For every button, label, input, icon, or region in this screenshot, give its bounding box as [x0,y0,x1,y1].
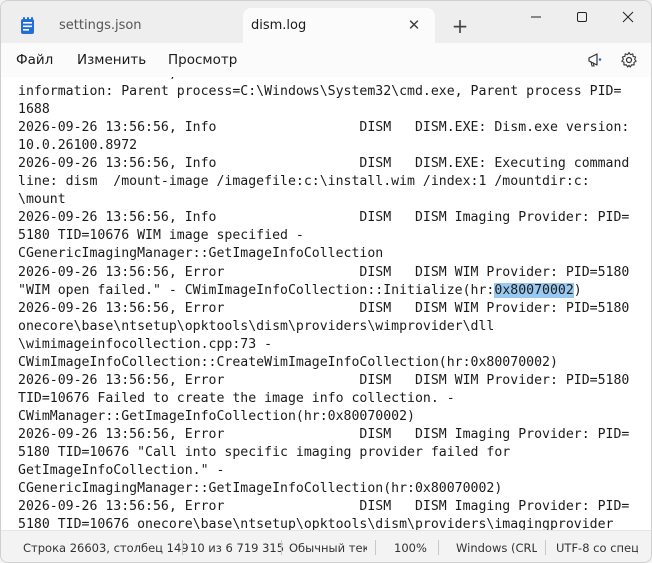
menu-file[interactable]: Файл [16,52,53,68]
close-icon [622,11,634,23]
notepad-window: settings.json dism.log ✕ + Файл Изменить… [0,0,652,563]
tab-label: dism.log [251,18,307,33]
editor-line: 10.0.26100.8972 [18,138,138,154]
editor-line: 2026-09-26 13:56:56, Error DISM DISM WIM… [18,300,630,316]
editor-line: 2026-09-26 13:56:56, Error DISM DISM WIM… [18,372,630,388]
editor-line: 5180 TID=10676 onecore\base\ntsetup\opkt… [18,517,614,530]
editor-lines: 2026-09-26 13:56:56, Info DISM DISM.EXE:… [18,77,629,530]
editor-line: \mount [18,192,66,208]
text-editor[interactable]: 2026-09-26 13:56:56, Info DISM DISM.EXE:… [1,77,651,530]
status-cursor-position[interactable]: Строка 26603, столбец 149 [23,541,189,555]
editor-line: "WIM open failed." - CWimImageInfoCollec… [18,282,629,300]
status-separator [545,540,546,555]
status-separator [375,540,376,555]
status-text-mode[interactable]: Обычный текс [289,541,367,555]
gear-icon[interactable] [619,50,639,70]
menu-view[interactable]: Просмотр [168,52,237,68]
editor-line: information: Parent process=C:\Windows\S… [18,84,622,100]
selected-text: 0x80070002 [494,282,574,298]
megaphone-icon[interactable] [585,50,605,70]
title-bar: settings.json dism.log ✕ + [1,1,651,43]
minimize-button[interactable] [513,1,559,33]
minimize-icon [531,16,541,18]
new-tab-button[interactable]: + [449,15,471,37]
editor-line: CGenericImagingManager::GetImageInfoColl… [18,246,384,262]
tab-label: settings.json [59,18,142,33]
editor-line: GetImageInfoCollection." - [18,463,225,479]
menu-edit[interactable]: Изменить [77,52,146,68]
close-window-button[interactable] [605,1,651,33]
editor-line: 2026-09-26 13:56:56, Error DISM DISM Ima… [18,426,630,442]
editor-line: CWimImageInfoCollection::CreateWimImageI… [18,354,558,370]
maximize-button[interactable] [559,1,605,33]
editor-line: line: dism /mount-image /imagefile:c:\in… [18,174,590,190]
status-zoom[interactable]: 100% [394,541,427,555]
editor-line: TID=10676 Failed to create the image inf… [18,390,455,406]
editor-line: CWimManager::GetImageInfoCollection(hr:0… [18,408,415,424]
editor-line: 2026-09-26 13:56:56, Error DISM DISM WIM… [18,264,630,280]
editor-line: \wimimageinfocollection.cpp:73 - [18,336,273,352]
status-selection-count: 10 из 6 719 315 [190,541,285,555]
close-tab-icon[interactable]: ✕ [405,16,423,34]
editor-line: onecore\base\ntsetup\opktools\dism\provi… [18,318,495,334]
status-separator [281,540,282,555]
maximize-icon [577,12,587,22]
tab-dism-log[interactable]: dism.log ✕ [243,8,435,43]
status-line-ending[interactable]: Windows (CRLF [456,541,537,555]
editor-line: 1688 [18,102,50,118]
status-bar: Строка 26603, столбец 149 10 из 6 719 31… [1,530,651,562]
status-separator [182,540,183,555]
status-encoding[interactable]: UTF-8 со специ [556,541,638,555]
status-separator [438,540,439,555]
line-text: "WIM open failed." - CWimImageInfoCollec… [18,282,495,298]
editor-line: 5180 TID=10676 "Call into specific imagi… [18,444,511,460]
editor-line: 2026-09-26 13:56:56, Info DISM DISM.EXE:… [18,120,630,136]
editor-line: 2026-09-26 13:56:56, Info DISM DISM.EXE:… [18,156,630,172]
menu-bar: Файл Изменить Просмотр [1,43,651,77]
tab-settings-json[interactable]: settings.json [9,8,239,43]
editor-line: CGenericImagingManager::GetImageInfoColl… [18,481,503,497]
notepad-app-icon [19,16,37,35]
editor-line: 2026-09-26 13:56:56, Error DISM DISM Ima… [18,499,630,515]
line-text: ) [573,282,582,298]
editor-line: 2026-09-26 13:56:56, Info DISM DISM Imag… [18,210,630,226]
editor-line: 5180 TID=10676 WIM image specified - [18,228,304,244]
